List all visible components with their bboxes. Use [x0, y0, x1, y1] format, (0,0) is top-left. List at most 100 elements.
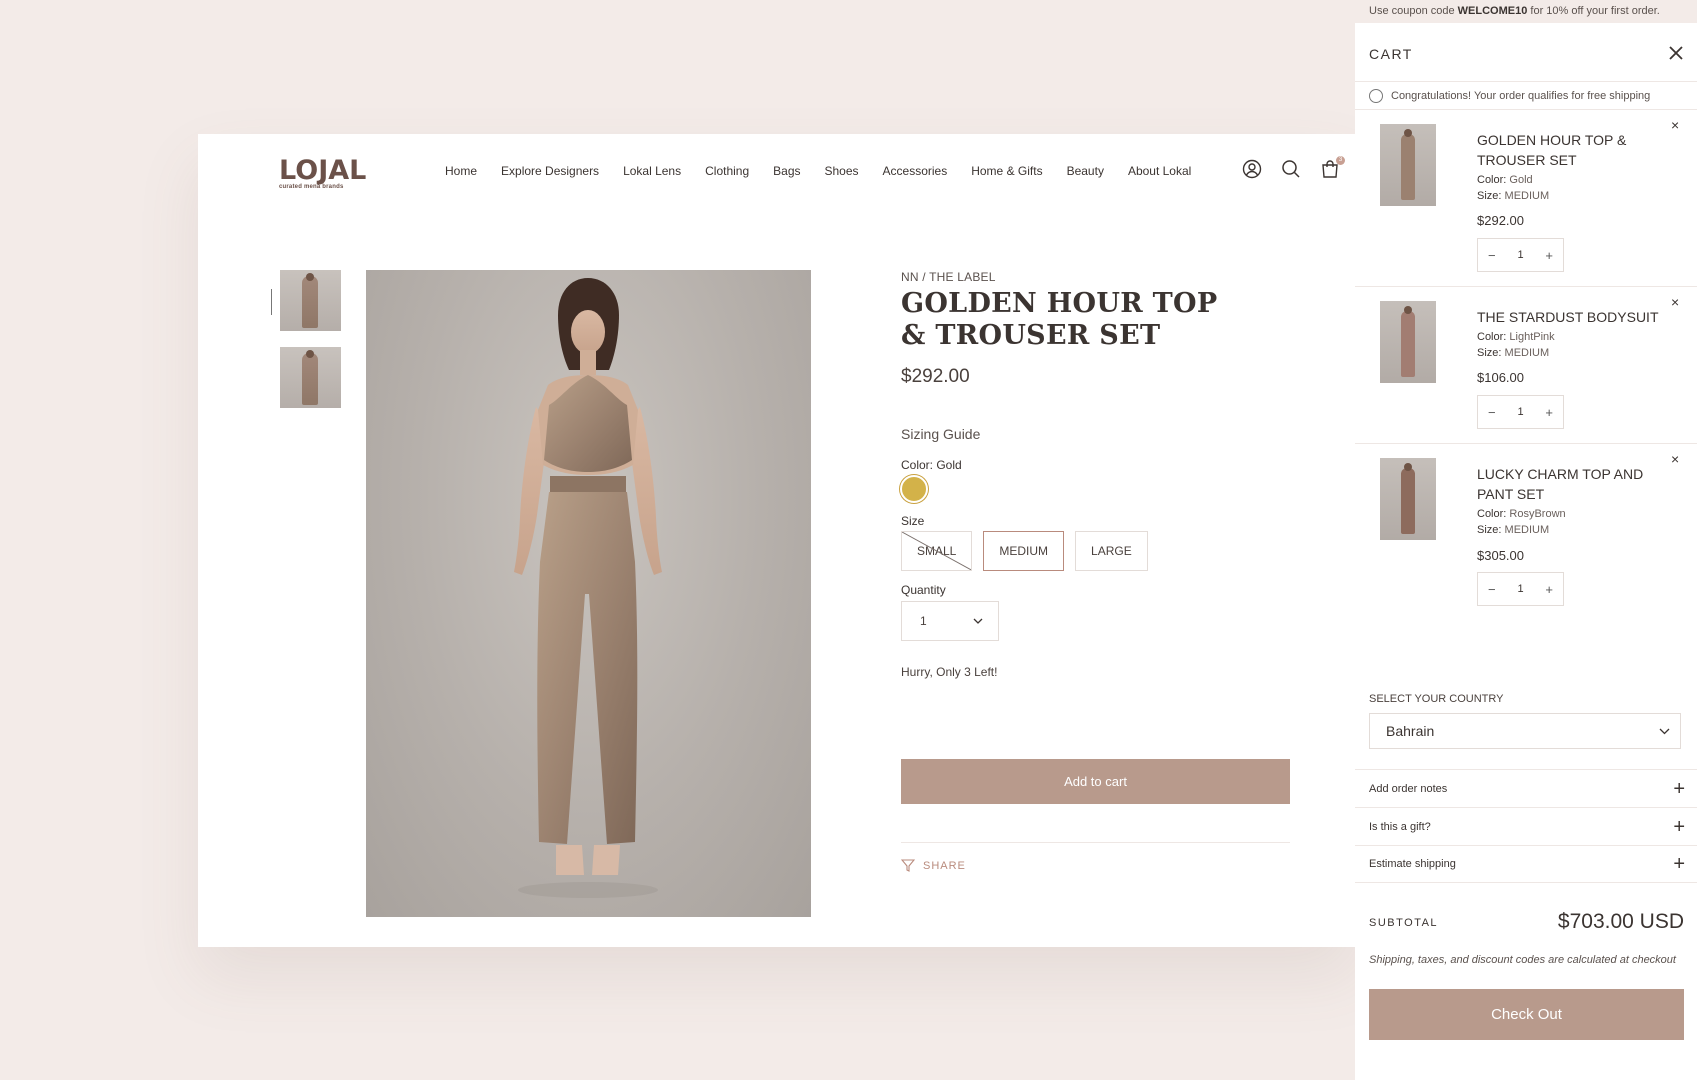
cart-title: CART [1369, 46, 1413, 62]
color-value: RosyBrown [1509, 508, 1566, 520]
subtotal-label: SUBTOTAL [1369, 917, 1439, 929]
country-select[interactable]: Bahrain [1369, 713, 1681, 749]
coupon-prefix: Use coupon code [1369, 5, 1458, 17]
add-to-cart-button[interactable]: Add to cart [901, 759, 1290, 804]
cart-item-price: $292.00 [1477, 213, 1524, 228]
unavailable-strike [902, 532, 972, 570]
nav-home[interactable]: Home [445, 164, 477, 178]
nav-explore-designers[interactable]: Explore Designers [501, 164, 599, 178]
increment-button[interactable]: + [1545, 248, 1553, 263]
chevron-down-icon [973, 618, 983, 624]
cart-item-image[interactable] [1380, 458, 1436, 540]
product-brand[interactable]: NN / THE LABEL [901, 270, 996, 284]
coupon-banner: Use coupon code WELCOME10 for 10% off yo… [1355, 0, 1697, 23]
decrement-button[interactable]: − [1488, 582, 1496, 597]
nav-shoes[interactable]: Shoes [825, 164, 859, 178]
store-logo[interactable]: LOJAL curated mena brands [279, 155, 367, 191]
remove-item-button[interactable]: × [1671, 294, 1679, 310]
nav-accessories[interactable]: Accessories [883, 164, 948, 178]
country-label: SELECT YOUR COUNTRY [1369, 693, 1504, 705]
nav-home-gifts[interactable]: Home & Gifts [971, 164, 1042, 178]
size-value: MEDIUM [1504, 190, 1550, 202]
accordion-label: Estimate shipping [1369, 858, 1456, 870]
cart-item-image[interactable] [1380, 124, 1436, 206]
nav-beauty[interactable]: Beauty [1067, 164, 1104, 178]
sizing-guide-link[interactable]: Sizing Guide [901, 426, 980, 442]
cart-item-color: Color: LightPink [1477, 329, 1555, 345]
cart-item: GOLDEN HOUR TOP & TROUSER SET Color: Gol… [1355, 110, 1697, 287]
cart-item-color: Color: Gold [1477, 172, 1533, 188]
color-value: LightPink [1509, 331, 1555, 343]
quantity-select[interactable]: 1 [901, 601, 999, 641]
increment-button[interactable]: + [1545, 582, 1553, 597]
estimate-shipping-toggle[interactable]: Estimate shipping + [1355, 845, 1697, 883]
quantity-value[interactable]: 1 [1517, 583, 1523, 595]
increment-button[interactable]: + [1545, 405, 1553, 420]
cart-item-name[interactable]: LUCKY CHARM TOP AND PANT SET [1477, 464, 1667, 504]
accordion-label: Is this a gift? [1369, 820, 1431, 833]
quantity-label: Quantity [901, 583, 946, 597]
color-swatch-gold[interactable] [900, 475, 928, 503]
nav-clothing[interactable]: Clothing [705, 164, 749, 178]
free-shipping-text: Congratulations! Your order qualifies fo… [1391, 89, 1651, 102]
coupon-code: WELCOME10 [1457, 5, 1528, 17]
model-figure-illustration [514, 278, 662, 898]
quantity-stepper: − 1 + [1477, 572, 1564, 606]
cart-item-size: Size: MEDIUM [1477, 345, 1549, 361]
order-notes-toggle[interactable]: Add order notes + [1355, 769, 1697, 807]
accordion-label: Add order notes [1369, 782, 1448, 795]
decrement-button[interactable]: − [1488, 248, 1496, 263]
search-icon[interactable] [1281, 159, 1301, 179]
plus-icon: + [1673, 853, 1685, 875]
plus-icon: + [1673, 815, 1685, 838]
gift-toggle[interactable]: Is this a gift? + [1355, 807, 1697, 845]
cart-drawer: Use coupon code WELCOME10 for 10% off yo… [1355, 0, 1697, 1080]
size-key: Size: [1477, 524, 1502, 536]
chevron-down-icon [1659, 728, 1670, 734]
quantity-value[interactable]: 1 [1517, 249, 1523, 261]
account-icon[interactable] [1242, 159, 1262, 179]
remove-item-button[interactable]: × [1671, 451, 1679, 467]
cart-item-color: Color: RosyBrown [1477, 506, 1566, 522]
remove-item-button[interactable]: × [1671, 117, 1679, 133]
color-value: Gold [1509, 174, 1533, 186]
decrement-button[interactable]: − [1488, 405, 1496, 420]
cart-item-size: Size: MEDIUM [1477, 188, 1549, 204]
thumbnail-gallery [280, 270, 341, 424]
cart-count-badge: 3 [1336, 156, 1345, 165]
nav-bags[interactable]: Bags [773, 164, 800, 178]
coupon-suffix: for 10% off your first order. [1527, 5, 1660, 17]
quantity-stepper: − 1 + [1477, 395, 1564, 429]
cart-item-name[interactable]: GOLDEN HOUR TOP & TROUSER SET [1477, 130, 1667, 170]
size-option-medium[interactable]: MEDIUM [983, 531, 1065, 571]
free-shipping-indicator [1369, 88, 1383, 103]
nav-about-lokal[interactable]: About Lokal [1128, 164, 1191, 178]
color-key: Color: [1477, 508, 1507, 520]
share-button[interactable]: SHARE [901, 859, 966, 872]
size-options: SMALL MEDIUM LARGE [901, 531, 1148, 571]
cart-button[interactable]: 3 [1320, 156, 1345, 179]
cart-item-name[interactable]: THE STARDUST BODYSUIT [1477, 307, 1667, 327]
cart-item-price: $305.00 [1477, 548, 1524, 563]
product-main-image[interactable] [366, 270, 811, 917]
country-value: Bahrain [1386, 723, 1435, 739]
free-shipping-row: Congratulations! Your order qualifies fo… [1355, 81, 1697, 110]
cart-item: LUCKY CHARM TOP AND PANT SET Color: Rosy… [1355, 444, 1697, 621]
cart-item-image[interactable] [1380, 301, 1436, 383]
subtotal-value: $703.00 USD [1557, 910, 1684, 933]
thumbnail-1[interactable] [280, 270, 341, 331]
quantity-value: 1 [920, 614, 927, 628]
size-option-small[interactable]: SMALL [901, 531, 973, 571]
quantity-stepper: − 1 + [1477, 238, 1564, 272]
cart-item: THE STARDUST BODYSUIT Color: LightPink S… [1355, 287, 1697, 444]
nav-lokal-lens[interactable]: Lokal Lens [623, 164, 681, 178]
logo-text: LOJAL [279, 155, 367, 186]
size-option-large[interactable]: LARGE [1075, 531, 1148, 571]
cart-item-price: $106.00 [1477, 370, 1524, 385]
close-icon[interactable] [1668, 45, 1684, 61]
size-option-label: MEDIUM [999, 544, 1049, 558]
product-page: LOJAL curated mena brands Home Explore D… [198, 134, 1358, 947]
quantity-value[interactable]: 1 [1517, 406, 1523, 418]
thumbnail-2[interactable] [280, 347, 341, 408]
checkout-button[interactable]: Check Out [1369, 989, 1684, 1040]
